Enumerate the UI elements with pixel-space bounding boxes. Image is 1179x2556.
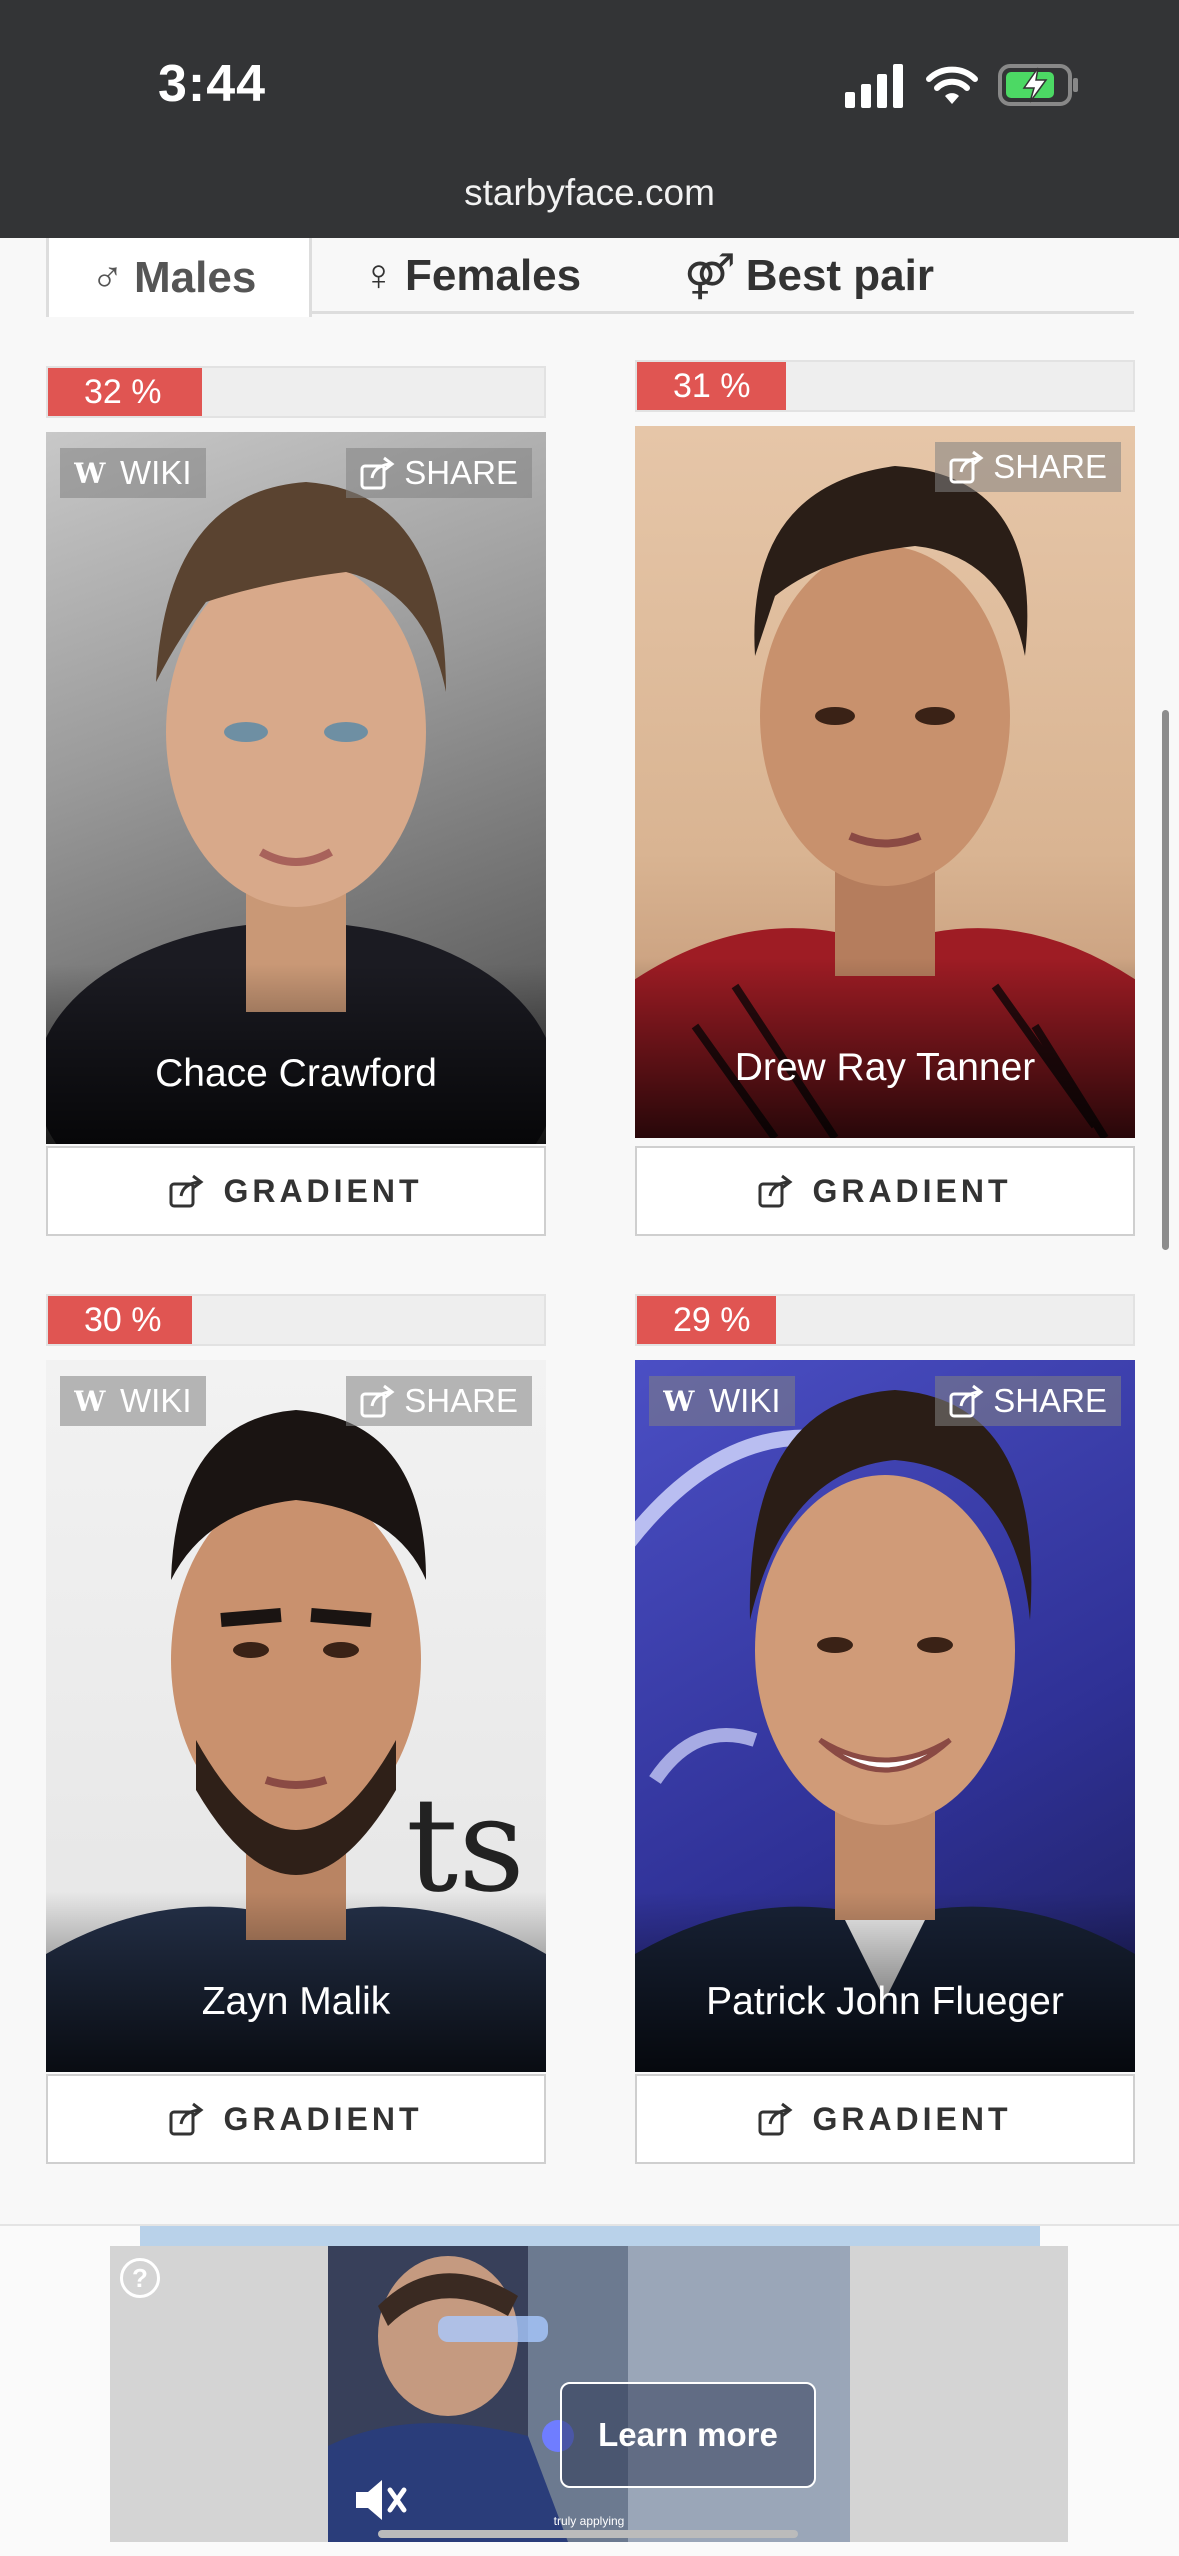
svg-text:W: W xyxy=(74,1388,106,1414)
ad-progress-bar xyxy=(378,2530,798,2538)
gradient-label: GRADIENT xyxy=(812,2100,1012,2137)
similarity-percent: 29 % xyxy=(673,1300,751,1339)
similarity-percent: 30 % xyxy=(84,1300,162,1339)
ad-top-strip xyxy=(140,2226,1040,2246)
tab-females[interactable]: ♀ Females xyxy=(362,238,581,314)
battery-charging-icon xyxy=(998,64,1078,106)
share-button[interactable]: SHARE xyxy=(346,448,532,498)
tab-label: Best pair xyxy=(745,251,934,300)
similarity-bar: 30 % xyxy=(46,1294,546,1346)
wifi-icon xyxy=(926,66,978,104)
share-label: SHARE xyxy=(404,1382,518,1419)
share-label: SHARE xyxy=(993,1382,1107,1419)
tab-label: Males xyxy=(134,252,257,302)
celebrity-photo[interactable]: W WIKI SHARE Chace Crawford xyxy=(46,432,546,1144)
wiki-label: WIKI xyxy=(120,1382,192,1419)
similarity-bar: 31 % xyxy=(635,360,1135,412)
share-label: SHARE xyxy=(993,448,1107,485)
gradient-label: GRADIENT xyxy=(223,1172,423,1209)
gender-tabs: ♂ Males ♀ Females ⚤ Best pair xyxy=(46,238,1134,317)
share-button[interactable]: SHARE xyxy=(935,1376,1121,1426)
ad-container[interactable]: ? Learn more truly applying xyxy=(110,2246,1068,2542)
wiki-label: WIKI xyxy=(709,1382,781,1419)
ad-caption: truly applying xyxy=(553,2514,625,2528)
svg-text:W: W xyxy=(74,460,106,486)
share-icon xyxy=(758,2102,793,2136)
share-icon xyxy=(949,450,984,484)
tab-males[interactable]: ♂ Males xyxy=(46,238,312,317)
status-bar: 3:44 starbyface.com xyxy=(0,0,1179,238)
similarity-fill: 30 % xyxy=(48,1296,192,1344)
clock: 3:44 xyxy=(158,55,267,113)
share-icon xyxy=(360,1384,395,1418)
female-icon: ♀ xyxy=(362,251,395,300)
share-button[interactable]: SHARE xyxy=(935,442,1121,492)
ad-info-icon[interactable]: ? xyxy=(120,2258,160,2298)
wiki-button[interactable]: W WIKI xyxy=(60,448,206,498)
gradient-label: GRADIENT xyxy=(223,2100,423,2137)
celebrity-name: Patrick John Flueger xyxy=(706,1980,1064,2023)
similarity-percent: 31 % xyxy=(673,366,751,405)
similarity-percent: 32 % xyxy=(84,372,162,411)
celebrity-name: Chace Crawford xyxy=(155,1052,437,1095)
gradient-button[interactable]: GRADIENT xyxy=(46,2074,546,2164)
similarity-fill: 29 % xyxy=(637,1296,776,1344)
celebrity-photo[interactable]: ts W WIKI SHARE Zayn Malik xyxy=(46,1360,546,2072)
share-icon xyxy=(169,2102,204,2136)
share-icon xyxy=(169,1174,204,1208)
wiki-label: WIKI xyxy=(120,454,192,491)
scrollbar-thumb[interactable] xyxy=(1162,710,1169,1250)
gradient-button[interactable]: GRADIENT xyxy=(635,1146,1135,1236)
share-label: SHARE xyxy=(404,454,518,491)
wiki-button[interactable]: W WIKI xyxy=(649,1376,795,1426)
ad-video[interactable]: Learn more truly applying xyxy=(328,2246,850,2542)
share-button[interactable]: SHARE xyxy=(346,1376,532,1426)
celebrity-name: Zayn Malik xyxy=(201,1980,391,2023)
celebrity-photo[interactable]: W WIKI SHARE Patrick John Flueger xyxy=(635,1360,1135,2072)
share-icon xyxy=(758,1174,793,1208)
similarity-bar: 29 % xyxy=(635,1294,1135,1346)
gradient-label: GRADIENT xyxy=(812,1172,1012,1209)
wikipedia-icon: W xyxy=(74,1388,106,1414)
wiki-button[interactable]: W WIKI xyxy=(60,1376,206,1426)
share-icon xyxy=(949,1384,984,1418)
tab-best-pair[interactable]: ⚤ Best pair xyxy=(684,238,934,314)
similarity-fill: 32 % xyxy=(48,368,202,416)
url-domain[interactable]: starbyface.com xyxy=(0,172,1179,214)
celebrity-name: Drew Ray Tanner xyxy=(734,1046,1036,1089)
share-icon xyxy=(360,456,395,490)
wikipedia-icon: W xyxy=(663,1388,695,1414)
gradient-button[interactable]: GRADIENT xyxy=(635,2074,1135,2164)
pair-icon: ⚤ xyxy=(684,251,736,301)
male-icon: ♂ xyxy=(91,252,124,302)
learn-more-button[interactable]: Learn more xyxy=(560,2382,816,2488)
tab-label: Females xyxy=(405,251,582,300)
similarity-fill: 31 % xyxy=(637,362,786,410)
celebrity-photo[interactable]: SHARE Drew Ray Tanner xyxy=(635,426,1135,1138)
similarity-bar: 32 % xyxy=(46,366,546,418)
wikipedia-icon: W xyxy=(74,460,106,486)
svg-text:W: W xyxy=(663,1388,695,1414)
ad-banner: ? Learn more truly applying xyxy=(0,2224,1179,2556)
signal-icon xyxy=(845,64,903,108)
gradient-button[interactable]: GRADIENT xyxy=(46,1146,546,1236)
